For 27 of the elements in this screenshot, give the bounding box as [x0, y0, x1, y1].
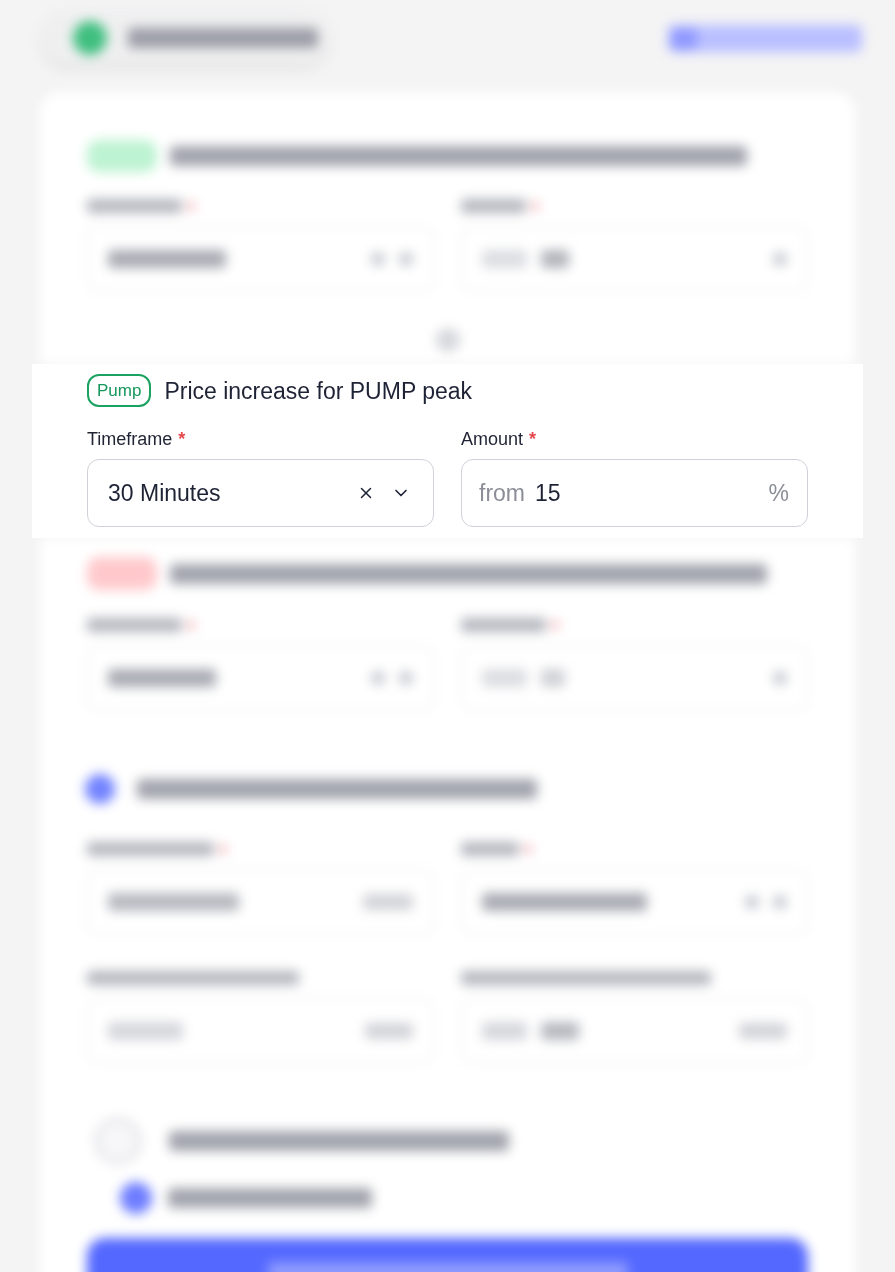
input-prefix: from	[479, 479, 525, 507]
input-value: 15	[535, 479, 562, 507]
section-badge: Pump	[87, 374, 152, 407]
unit-suffix: %	[768, 479, 789, 507]
blurred-text	[365, 1023, 413, 1039]
field-label: Amount	[461, 428, 524, 450]
field-label: Timeframe	[87, 428, 173, 450]
amount-field[interactable]: from 15 %	[461, 459, 808, 527]
blurred-text	[461, 842, 519, 856]
blurred-text	[363, 894, 413, 910]
blurred-text	[541, 250, 569, 268]
blurred-logo-icon	[73, 20, 107, 55]
blurred-text	[739, 1023, 787, 1039]
blurred-text	[482, 1022, 527, 1040]
blurred-text	[482, 250, 527, 268]
blurred-badge	[87, 557, 157, 590]
blurred-text	[461, 199, 526, 213]
timeframe-select[interactable]: 30 Minutes	[87, 459, 434, 527]
blurred-text	[482, 669, 527, 687]
blurred-text	[541, 1022, 579, 1040]
blurred-square-icon	[671, 27, 697, 50]
blurred-badge	[87, 140, 157, 172]
section-title: Price increase for PUMP peak	[164, 376, 473, 405]
required-mark: *	[529, 428, 537, 450]
select-value: 30 Minutes	[108, 479, 222, 507]
blurred-text	[541, 669, 565, 687]
required-mark: *	[178, 428, 186, 450]
